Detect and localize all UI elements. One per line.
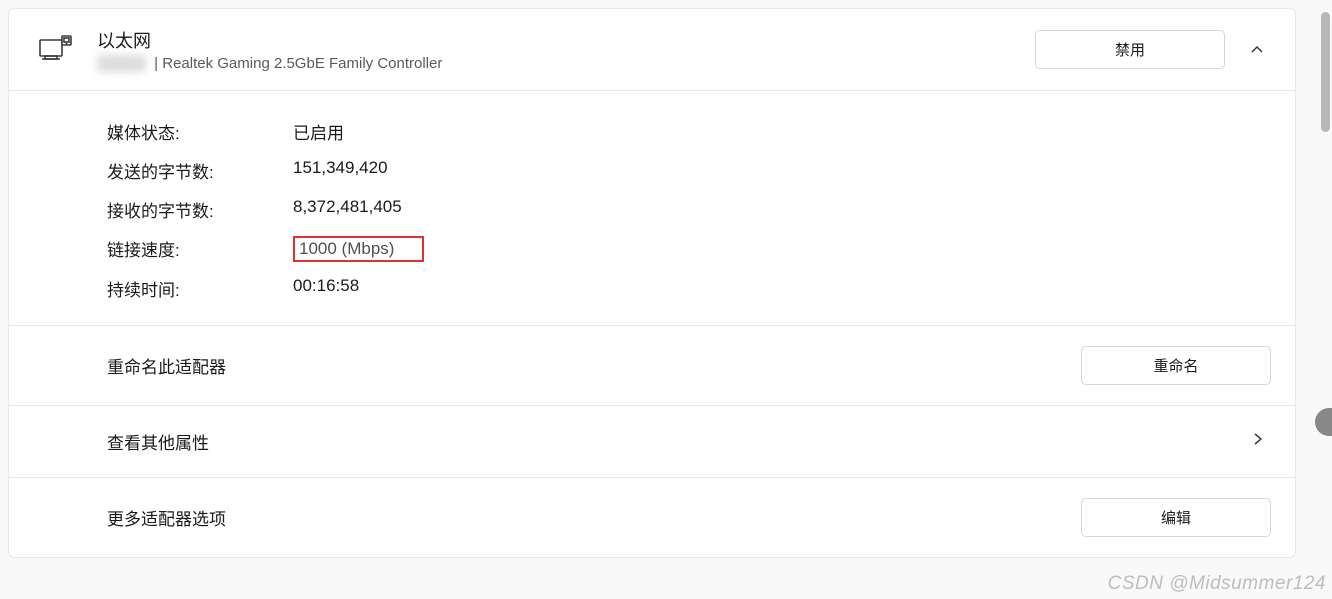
value-bytes-received: 8,372,481,405 [293,197,402,222]
rename-adapter-row: 重命名此适配器 重命名 [9,326,1295,406]
label-link-speed: 链接速度: [107,236,293,262]
collapse-toggle[interactable] [1243,36,1271,64]
edit-button[interactable]: 编辑 [1081,498,1271,537]
ethernet-icon [37,32,73,68]
label-bytes-received: 接收的字节数: [107,197,293,222]
watermark: CSDN @Midsummer124 [1108,573,1326,595]
blurred-name: xxxxxx [97,55,146,72]
chevron-right-icon [1251,432,1265,446]
adapter-subtitle: xxxxxx | Realtek Gaming 2.5GbE Family Co… [97,55,1035,72]
value-link-speed: 1000 (Mbps) [293,236,424,262]
label-media-state: 媒体状态: [107,119,293,144]
view-properties-chevron[interactable] [1245,426,1271,457]
chevron-up-icon [1249,42,1265,58]
detail-duration: 持续时间: 00:16:58 [107,276,1271,301]
value-bytes-sent: 151,349,420 [293,158,388,183]
label-bytes-sent: 发送的字节数: [107,158,293,183]
detail-bytes-received: 接收的字节数: 8,372,481,405 [107,197,1271,222]
detail-media-state: 媒体状态: 已启用 [107,119,1271,144]
value-duration: 00:16:58 [293,276,359,301]
adapter-header: 以太网 xxxxxx | Realtek Gaming 2.5GbE Famil… [9,9,1295,91]
detail-bytes-sent: 发送的字节数: 151,349,420 [107,158,1271,183]
adapter-title: 以太网 [97,27,1035,53]
view-properties-label: 查看其他属性 [107,429,209,454]
adapter-panel: 以太网 xxxxxx | Realtek Gaming 2.5GbE Famil… [8,8,1296,558]
adapter-title-block: 以太网 xxxxxx | Realtek Gaming 2.5GbE Famil… [97,27,1035,72]
adapter-controller-name: | Realtek Gaming 2.5GbE Family Controlle… [154,55,442,72]
detail-link-speed: 链接速度: 1000 (Mbps) [107,236,1271,262]
label-duration: 持续时间: [107,276,293,301]
rename-button[interactable]: 重命名 [1081,346,1271,385]
rename-adapter-label: 重命名此适配器 [107,353,226,378]
view-properties-row[interactable]: 查看其他属性 [9,406,1295,478]
disable-button[interactable]: 禁用 [1035,30,1225,69]
adapter-details: 媒体状态: 已启用 发送的字节数: 151,349,420 接收的字节数: 8,… [9,91,1295,326]
more-options-label: 更多适配器选项 [107,505,226,530]
side-tab[interactable] [1315,408,1332,436]
scrollbar-thumb[interactable] [1321,12,1330,132]
more-options-row: 更多适配器选项 编辑 [9,478,1295,557]
value-media-state: 已启用 [293,119,344,144]
